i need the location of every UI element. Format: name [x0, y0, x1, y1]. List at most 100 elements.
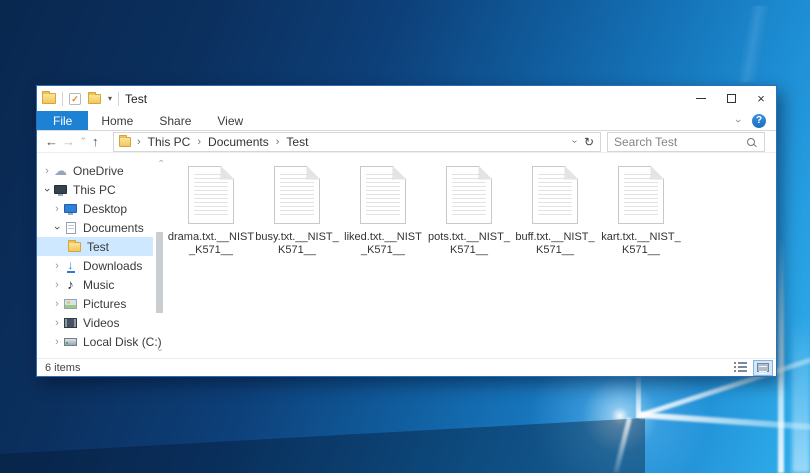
sidebar-item-this-pc[interactable]: › This PC [37, 180, 166, 199]
minimize-button[interactable] [686, 86, 716, 111]
new-folder-icon[interactable] [88, 94, 101, 104]
chevron-expanded-icon[interactable]: › [41, 185, 53, 195]
sidebar-item-onedrive[interactable]: › ☁ OneDrive [37, 161, 166, 180]
tab-home[interactable]: Home [88, 111, 146, 130]
hard-drive-icon [64, 338, 77, 346]
file-item[interactable]: busy.txt.__NIST_K571__ [254, 166, 340, 257]
forward-button[interactable]: → [62, 135, 79, 148]
sidebar-item-label: Downloads [83, 259, 142, 273]
file-item[interactable]: buff.txt.__NIST_K571__ [512, 166, 598, 257]
caption-buttons: × [686, 86, 776, 111]
large-icons-view-icon [757, 363, 769, 372]
titlebar[interactable]: ✓ ▾ Test × [37, 86, 776, 111]
wallpaper-shadow-wedge [0, 378, 645, 473]
monitor-icon [64, 204, 77, 213]
up-button[interactable]: ↑ [92, 135, 110, 148]
maximize-icon [727, 94, 736, 103]
page-fold-icon [651, 166, 664, 179]
chevron-right-icon[interactable]: › [52, 260, 62, 272]
file-item[interactable]: drama.txt.__NIST_K571__ [168, 166, 254, 257]
chevron-expanded-icon[interactable]: › [51, 223, 63, 233]
maximize-button[interactable] [716, 86, 746, 111]
chevron-right-icon[interactable]: › [52, 336, 62, 348]
sidebar-item-local-disk-c[interactable]: › Local Disk (C:) [37, 332, 166, 351]
item-count: 6 items [45, 362, 80, 374]
breadcrumb-test[interactable]: Test [286, 135, 308, 149]
minimize-icon [696, 98, 706, 99]
recent-locations-icon[interactable]: › [79, 137, 89, 147]
back-button[interactable]: ← [45, 135, 62, 148]
help-icon[interactable]: ? [752, 114, 766, 128]
file-name-line: pots.txt.__NIST_ [428, 231, 510, 244]
breadcrumb-this-pc[interactable]: This PC [148, 135, 191, 149]
sidebar-item-label: Desktop [83, 202, 127, 216]
search-input[interactable] [608, 135, 747, 149]
address-bar[interactable]: › This PC › Documents › Test › ↻ [113, 132, 601, 152]
sidebar-item-music[interactable]: › ♪ Music [37, 275, 166, 294]
chevron-right-icon[interactable]: › [42, 165, 52, 177]
file-name-line: _K571__ [344, 244, 422, 257]
file-name-line: K571__ [601, 244, 680, 257]
ribbon-tabs: File Home Share View › ? [37, 111, 776, 131]
file-name: busy.txt.__NIST_K571__ [255, 231, 339, 257]
properties-icon[interactable]: ✓ [69, 93, 81, 105]
sidebar-item-label: Videos [83, 316, 119, 330]
scroll-down-icon[interactable]: › [155, 349, 165, 352]
folder-icon [119, 137, 131, 147]
tab-file[interactable]: File [37, 111, 88, 130]
breadcrumb-documents[interactable]: Documents [208, 135, 269, 149]
sidebar-item-downloads[interactable]: › ↓ Downloads [37, 256, 166, 275]
window-title: Test [125, 92, 147, 106]
file-item[interactable]: pots.txt.__NIST_K571__ [426, 166, 512, 257]
navigation-pane: › ☁ OneDrive › This PC › Desktop › Docum… [37, 153, 166, 358]
wallpaper-beam [690, 6, 810, 82]
sidebar-item-test[interactable]: Test [37, 237, 153, 256]
chevron-right-icon[interactable]: › [52, 317, 62, 329]
file-name-line: buff.txt.__NIST_ [515, 231, 594, 244]
wallpaper-beam [636, 374, 641, 418]
file-name-line: K571__ [515, 244, 594, 257]
breadcrumb-separator-icon: › [197, 136, 201, 148]
tab-share[interactable]: Share [146, 111, 204, 130]
file-item[interactable]: liked.txt.__NIST_K571__ [340, 166, 426, 257]
page-fold-icon [221, 166, 234, 179]
sidebar-item-documents[interactable]: › Documents [37, 218, 166, 237]
refresh-icon[interactable]: ↻ [584, 135, 594, 149]
file-name-line: K571__ [428, 244, 510, 257]
large-icons-view-button[interactable] [753, 360, 773, 376]
file-name-line: kart.txt.__NIST_ [601, 231, 680, 244]
sidebar-item-desktop[interactable]: › Desktop [37, 199, 166, 218]
content-area: › ☁ OneDrive › This PC › Desktop › Docum… [37, 153, 776, 358]
file-list[interactable]: drama.txt.__NIST_K571__ busy.txt.__NIST_… [166, 153, 776, 358]
file-name: liked.txt.__NIST_K571__ [344, 231, 422, 257]
file-name: buff.txt.__NIST_K571__ [515, 231, 594, 257]
film-icon [64, 318, 77, 328]
breadcrumb-separator-icon: › [137, 136, 141, 148]
tab-view[interactable]: View [204, 111, 256, 130]
sidebar-item-pictures[interactable]: › Pictures [37, 294, 166, 313]
sidebar-item-label: Music [83, 278, 114, 292]
search-icon[interactable] [747, 138, 755, 146]
scroll-up-icon[interactable]: › [155, 160, 165, 163]
sidebar-item-label: OneDrive [73, 164, 124, 178]
file-name: pots.txt.__NIST_K571__ [428, 231, 510, 257]
chevron-right-icon[interactable]: › [52, 203, 62, 215]
status-bar: 6 items [37, 358, 776, 376]
file-item[interactable]: kart.txt.__NIST_K571__ [598, 166, 684, 257]
customize-toolbar-caret-icon[interactable]: ▾ [108, 94, 112, 103]
sidebar-scrollbar[interactable]: › › [155, 156, 165, 355]
explorer-window: ✓ ▾ Test × File Home Share View › ? ← → … [36, 85, 777, 377]
breadcrumb-separator-icon: › [276, 136, 280, 148]
sidebar-item-videos[interactable]: › Videos [37, 313, 166, 332]
sidebar-item-label: Pictures [83, 297, 126, 311]
chevron-right-icon[interactable]: › [52, 298, 62, 310]
chevron-right-icon[interactable]: › [52, 279, 62, 291]
details-view-button[interactable] [730, 360, 750, 376]
scrollbar-thumb[interactable] [156, 232, 163, 313]
page-fold-icon [479, 166, 492, 179]
file-name-line: _K571__ [168, 244, 254, 257]
close-button[interactable]: × [746, 86, 776, 111]
page-fold-icon [393, 166, 406, 179]
address-dropdown-icon[interactable]: › [569, 140, 580, 143]
expand-ribbon-icon[interactable]: › [732, 119, 744, 123]
